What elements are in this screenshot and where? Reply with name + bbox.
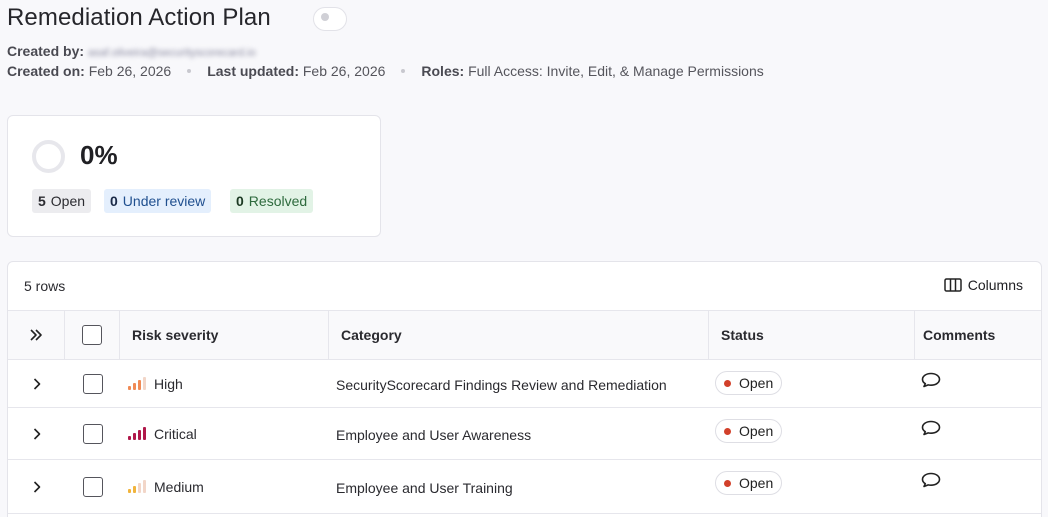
severity-bar (133, 486, 136, 493)
columns-label: Columns (967, 277, 1023, 293)
resolved-label: Resolved (248, 193, 308, 209)
review-count: 0 (110, 193, 118, 209)
select-all-checkbox[interactable] (82, 325, 102, 345)
chevron-right-icon (33, 480, 40, 493)
comment-button[interactable] (921, 360, 941, 407)
status-cell: Open (715, 360, 783, 407)
status-dot (724, 379, 731, 387)
severity-bar (133, 383, 136, 390)
created-by-label: Created by: (7, 43, 85, 59)
created-by-email: asaf.oliveira@securityscorecard.io (88, 47, 256, 59)
meta-line: Created on: Feb 26, 2026 Last updated: F… (7, 63, 764, 79)
category-cell: Employee and User Awareness (336, 426, 532, 443)
comment-button[interactable] (921, 460, 941, 513)
last-updated-value: Feb 26, 2026 (302, 63, 386, 79)
chevron-right-icon (33, 377, 40, 390)
risk-severity-cell: Medium (128, 460, 204, 513)
plan-toggle[interactable] (313, 7, 347, 31)
table-row: High SecurityScorecard Findings Review a… (8, 360, 1041, 408)
status-label: Open (739, 375, 774, 391)
created-on-value: Feb 26, 2026 (88, 63, 172, 79)
header-comments[interactable]: Comments (915, 311, 1041, 359)
risk-severity-label: High (154, 375, 183, 392)
resolved-badge: 0 Resolved (230, 189, 314, 213)
status-badge[interactable]: Open (715, 471, 783, 495)
row-expand-button[interactable] (8, 408, 65, 459)
status-label: Open (739, 475, 774, 491)
roles-label: Roles: (421, 63, 465, 79)
open-count: 5 (38, 193, 46, 209)
row-expand-button[interactable] (8, 460, 65, 513)
speech-bubble-icon (921, 420, 941, 436)
severity-bar (133, 433, 136, 440)
status-badge[interactable]: Open (715, 419, 783, 443)
table-header: Risk severity Category Status Comments (8, 310, 1041, 360)
under-review-badge: 0 Under review (104, 189, 212, 213)
header-category[interactable]: Category (329, 311, 709, 359)
severity-bar (143, 377, 146, 390)
header-risk-severity[interactable]: Risk severity (120, 311, 329, 359)
open-count-badge: 5 Open (32, 189, 92, 213)
table-row: Critical Employee and User Awareness Ope… (8, 408, 1041, 460)
separator-dot (187, 69, 192, 73)
header-status[interactable]: Status (709, 311, 915, 359)
row-expand-button[interactable] (8, 360, 65, 407)
status-label: Open (739, 423, 774, 439)
progress-ring (32, 140, 65, 173)
review-label: Under review (122, 193, 206, 209)
status-cell: Open (715, 408, 783, 459)
columns-button[interactable]: Columns (944, 277, 1023, 293)
severity-bar (138, 430, 141, 440)
select-all-cell (65, 311, 120, 359)
page-title: Remediation Action Plan (7, 4, 271, 31)
row-count: 5 rows (24, 278, 66, 294)
progress-percent: 0% (80, 140, 118, 170)
risk-severity-label: Critical (154, 425, 197, 442)
severity-bar (143, 480, 146, 493)
risk-severity-cell: High (128, 360, 183, 407)
toggle-knob (321, 13, 329, 21)
row-checkbox[interactable] (82, 373, 103, 394)
severity-bar (138, 380, 141, 390)
chevron-right-icon (33, 427, 40, 440)
comment-button[interactable] (921, 408, 941, 459)
progress-card: 0% 5 Open 0 Under review 0 Resolved (7, 115, 381, 237)
resolved-count: 0 (236, 193, 244, 209)
severity-bar (128, 386, 131, 390)
page-header: Remediation Action Plan (7, 4, 271, 32)
risk-severity-label: Medium (154, 478, 204, 495)
signal-bars-icon (128, 427, 146, 440)
double-chevron-right-icon (30, 329, 42, 341)
row-select-cell (65, 408, 120, 459)
risk-severity-cell: Critical (128, 408, 197, 459)
status-badge[interactable]: Open (715, 371, 783, 395)
expand-all-button[interactable] (8, 311, 65, 359)
signal-bars-icon (128, 377, 146, 390)
created-by-line: Created by: asaf.oliveira@securityscoreca… (7, 43, 256, 59)
severity-bar (143, 427, 146, 440)
separator-dot (401, 69, 406, 73)
category-cell: Employee and User Training (336, 479, 513, 496)
row-select-cell (65, 460, 120, 513)
row-select-cell (65, 360, 120, 407)
row-checkbox[interactable] (82, 476, 103, 497)
last-updated-label: Last updated: (207, 63, 299, 79)
severity-bar (128, 436, 131, 440)
roles-value: Full Access: Invite, Edit, & Manage Perm… (468, 63, 764, 79)
table-row: Medium Employee and User Training Open (8, 460, 1041, 514)
speech-bubble-icon (921, 472, 941, 488)
open-label: Open (50, 193, 86, 209)
row-checkbox[interactable] (82, 423, 103, 444)
signal-bars-icon (128, 480, 146, 493)
severity-bar (128, 489, 131, 493)
category-cell: SecurityScorecard Findings Review and Re… (336, 376, 667, 393)
severity-bar (138, 483, 141, 493)
status-dot (724, 427, 731, 435)
created-on-label: Created on: (7, 63, 85, 79)
columns-icon (944, 278, 962, 292)
status-dot (724, 479, 731, 487)
action-table: 5 rows Columns Risk severity Category St… (7, 261, 1042, 517)
speech-bubble-icon (921, 372, 941, 388)
status-cell: Open (715, 460, 783, 513)
